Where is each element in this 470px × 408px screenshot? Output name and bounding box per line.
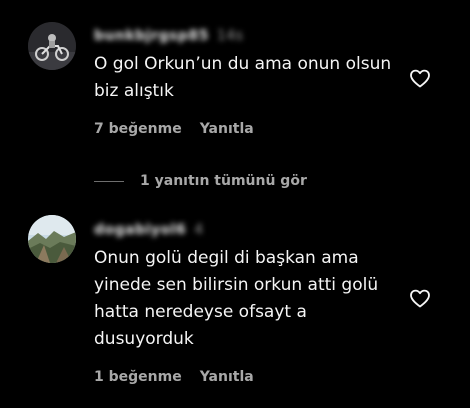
motorcycle-photo-icon [28,22,76,70]
timestamp: 4 [194,222,204,238]
likes-count[interactable]: 7 beğenme [94,121,182,137]
username[interactable]: dogabiyol6 4 [94,222,204,238]
view-replies-button[interactable]: 1 yanıtın tümünü gör [94,170,307,192]
reply-button[interactable]: Yanıtla [200,369,254,385]
timestamp: 14s [216,28,244,44]
comment-meta: 7 beğenme Yanıtla [94,121,254,137]
like-heart-icon[interactable] [408,286,432,310]
comment-text: Onun golü degil di başkan ama yinede sen… [94,248,379,349]
landscape-photo-icon [28,215,76,263]
likes-count[interactable]: 1 beğenme [94,369,182,385]
divider-line [94,180,124,182]
view-replies-label[interactable]: 1 yanıtın tümünü gör [140,173,307,189]
comment-meta: 1 beğenme Yanıtla [94,369,254,385]
username[interactable]: bunkbjrgsp85 14s [94,28,243,44]
reply-button[interactable]: Yanıtla [200,121,254,137]
avatar[interactable] [28,22,76,70]
like-heart-icon[interactable] [408,66,432,90]
avatar[interactable] [28,215,76,263]
comment-text: O gol Orkun’un du ama onun olsun biz alı… [94,54,392,101]
